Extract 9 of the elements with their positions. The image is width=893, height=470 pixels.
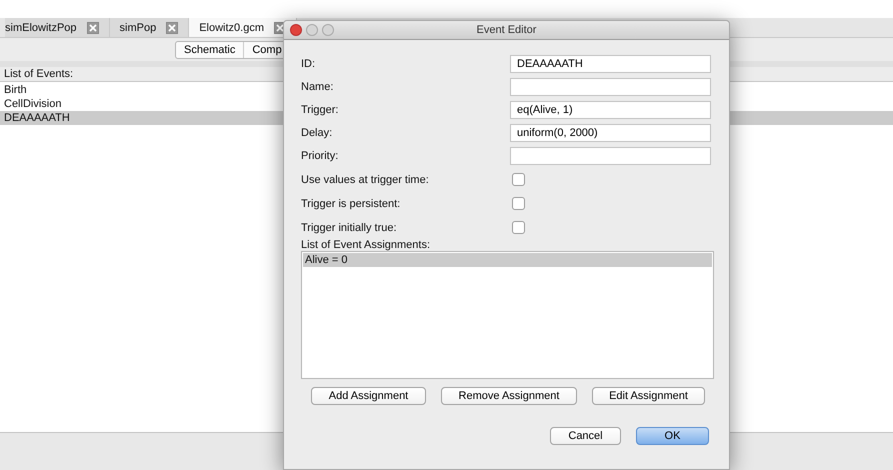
field-label: Priority: bbox=[301, 149, 340, 164]
field-label: Trigger: bbox=[301, 103, 340, 118]
window-title: Event Editor bbox=[476, 24, 536, 36]
checkbox-label: Trigger is persistent: bbox=[301, 196, 402, 212]
checkbox-label: Use values at trigger time: bbox=[301, 172, 430, 188]
field-label: Name: bbox=[301, 80, 334, 95]
list-header: List of Event Assignments: bbox=[301, 239, 432, 251]
field-label: Delay: bbox=[301, 126, 334, 141]
checkbox-label: Trigger initially true: bbox=[301, 220, 398, 236]
